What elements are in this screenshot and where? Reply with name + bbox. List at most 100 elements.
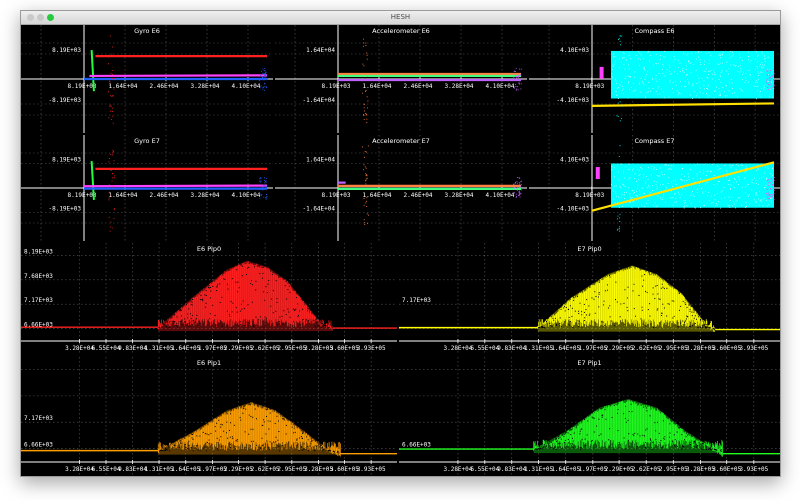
data-point (199, 299, 201, 301)
data-point (305, 321, 307, 323)
plot-accelerometer-e6[interactable]: Accelerometer E61.64E+04-1.64E+048.19E+0… (275, 25, 527, 133)
data-point (655, 327, 657, 329)
plot-accelerometer-e7[interactable]: Accelerometer E71.64E+04-1.64E+048.19E+0… (275, 135, 527, 241)
data-point (189, 313, 191, 315)
data-point (333, 451, 335, 453)
data-point (296, 438, 298, 440)
x-tick-label: 3.93E+05 (357, 345, 386, 352)
data-point (362, 92, 364, 94)
plot-e7-pip0[interactable]: E7 Pip03.28E+046.55E+049.83E+041.31E+051… (399, 243, 780, 355)
data-point (625, 59, 627, 61)
data-point (598, 434, 600, 436)
data-point (766, 178, 767, 180)
data-point (517, 76, 519, 78)
data-point (611, 416, 613, 418)
data-point (109, 110, 111, 112)
data-point (656, 63, 657, 65)
data-point (700, 448, 702, 450)
data-point (204, 446, 206, 448)
data-point (548, 443, 550, 445)
data-point (208, 439, 210, 441)
data-point (756, 170, 757, 171)
data-point (612, 189, 614, 191)
data-point (728, 180, 730, 182)
data-point (187, 448, 189, 450)
plot-e7-pip1[interactable]: E7 Pip13.28E+046.55E+049.83E+041.31E+051… (399, 357, 780, 476)
data-point (700, 188, 702, 190)
data-point (518, 177, 520, 179)
data-point (518, 75, 520, 77)
data-point (652, 88, 654, 89)
data-point (705, 446, 707, 448)
plot-e6-pip1[interactable]: E6 Pip13.28E+046.55E+049.83E+041.31E+051… (21, 357, 397, 476)
plot-e6-pip0[interactable]: E6 Pip03.28E+046.55E+049.83E+041.31E+051… (21, 243, 397, 355)
data-point (306, 319, 308, 321)
data-point (255, 289, 257, 291)
data-point (612, 77, 614, 79)
data-point (768, 179, 770, 181)
data-point (666, 287, 668, 289)
data-point (112, 107, 114, 109)
data-point (268, 280, 270, 282)
data-point (767, 74, 769, 76)
data-point (217, 442, 219, 444)
data-point (179, 447, 181, 449)
data-point (655, 285, 657, 287)
data-point (771, 175, 773, 177)
data-point (674, 193, 676, 195)
y-tick-label: -8.19E+03 (48, 206, 81, 213)
plot-gyro-e6[interactable]: Gyro E68.19E+03-8.19E+038.19E+03 1.64E+04… (21, 25, 273, 133)
data-point (623, 53, 625, 54)
data-point (772, 87, 774, 88)
data-point (682, 168, 683, 169)
data-point (672, 82, 674, 83)
data-point (656, 80, 658, 82)
data-point (686, 306, 688, 308)
data-point (606, 289, 608, 291)
data-point (223, 278, 225, 280)
title-bar[interactable]: HESH (21, 11, 780, 25)
data-point (320, 322, 322, 324)
data-point (758, 168, 759, 170)
data-point (550, 324, 552, 326)
data-point (764, 57, 766, 59)
data-point (197, 449, 199, 451)
data-point (202, 431, 204, 433)
data-point (208, 443, 210, 445)
data-point (584, 317, 586, 319)
data-point (658, 432, 660, 434)
data-point (735, 164, 737, 165)
data-point (731, 55, 733, 57)
data-point (262, 68, 264, 70)
data-point (729, 57, 731, 59)
data-point (623, 57, 625, 59)
data-point (761, 199, 763, 201)
data-point (557, 443, 559, 445)
grid (21, 357, 397, 476)
plot-gyro-e7[interactable]: Gyro E78.19E+03-8.19E+038.19E+03 1.64E+04… (21, 135, 273, 241)
data-point (685, 318, 687, 320)
data-point (110, 118, 112, 120)
data-point (337, 450, 339, 452)
data-point (264, 86, 266, 88)
data-point (682, 446, 684, 448)
data-point (644, 67, 646, 69)
data-point (250, 428, 252, 430)
plot-compass-e6[interactable]: Compass E64.10E+03-4.10E+038.19E+031.64E… (529, 25, 780, 133)
data-point (698, 52, 700, 54)
data-point (735, 207, 736, 209)
data-point (661, 171, 663, 173)
data-point (185, 304, 187, 306)
data-point (717, 193, 718, 195)
data-point (228, 429, 230, 431)
data-point (767, 77, 769, 79)
data-point (728, 68, 730, 70)
data-point (766, 189, 768, 191)
data-point (771, 180, 773, 182)
data-point (653, 204, 654, 206)
data-point (679, 62, 681, 64)
data-point (753, 199, 755, 201)
data-point (289, 291, 291, 293)
data-point (657, 195, 659, 197)
plot-compass-e7[interactable]: Compass E74.10E+03-4.10E+038.19E+031.64E… (529, 135, 780, 241)
